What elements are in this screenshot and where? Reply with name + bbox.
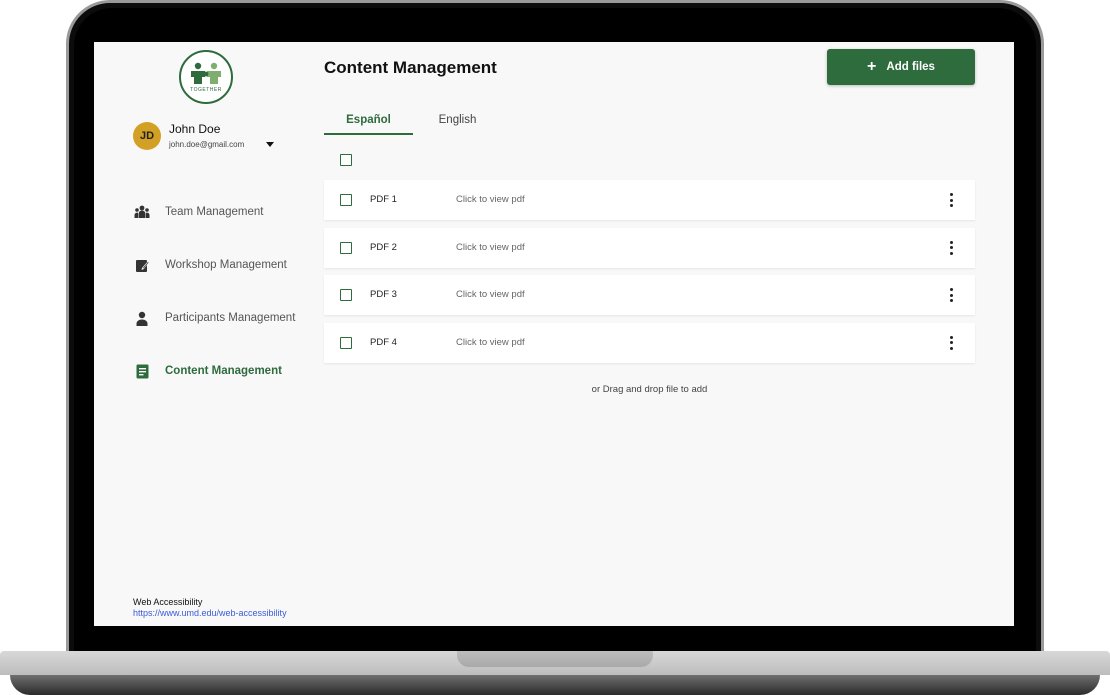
file-checkbox[interactable] bbox=[340, 336, 352, 349]
file-row: PDF 1 Click to view pdf bbox=[324, 180, 975, 220]
sidebar-item-workshop-management[interactable]: Workshop Management bbox=[134, 254, 287, 276]
page-title: Content Management bbox=[324, 58, 497, 77]
sidebar-item-team-management[interactable]: Team Management bbox=[134, 201, 263, 223]
accessibility-link[interactable]: https://www.umd.edu/web-accessibility bbox=[133, 608, 287, 618]
file-row: PDF 4 Click to view pdf bbox=[324, 322, 975, 363]
file-name: PDF 1 bbox=[370, 194, 397, 205]
add-files-label: Add files bbox=[886, 61, 935, 73]
file-name: PDF 2 bbox=[370, 241, 397, 253]
footer-title: Web Accessibility bbox=[133, 597, 203, 607]
avatar: JD bbox=[133, 122, 161, 150]
file-name: PDF 3 bbox=[370, 289, 397, 300]
file-name: PDF 4 bbox=[370, 336, 397, 348]
file-checkbox[interactable] bbox=[340, 194, 352, 206]
footer: Web Accessibility https://www.umd.edu/we… bbox=[133, 597, 287, 618]
more-options-icon[interactable] bbox=[944, 240, 958, 256]
select-all-checkbox[interactable] bbox=[340, 154, 352, 166]
user-profile[interactable]: JD John Doe john.doe@gmail.com bbox=[133, 122, 313, 152]
together-logo[interactable]: TOGETHER bbox=[179, 50, 233, 104]
view-pdf-link[interactable]: Click to view pdf bbox=[456, 289, 525, 300]
file-list: PDF 1 Click to view pdf PDF 2 Click to v… bbox=[324, 180, 975, 370]
file-row: PDF 2 Click to view pdf bbox=[324, 227, 975, 268]
document-icon bbox=[134, 363, 150, 379]
sidebar: TOGETHER JD John Doe john.doe@gmail.com … bbox=[94, 42, 314, 626]
team-icon bbox=[134, 204, 150, 220]
view-pdf-link[interactable]: Click to view pdf bbox=[456, 242, 525, 253]
user-email: john.doe@gmail.com bbox=[169, 140, 245, 149]
sidebar-item-participants-management[interactable]: Participants Management bbox=[134, 307, 295, 329]
logo-text: TOGETHER bbox=[190, 86, 222, 93]
sidebar-item-label: Content Management bbox=[165, 365, 282, 377]
caret-down-icon[interactable] bbox=[266, 142, 274, 147]
sidebar-item-content-management[interactable]: Content Management bbox=[134, 360, 282, 382]
more-options-icon[interactable] bbox=[944, 287, 958, 303]
sidebar-item-label: Participants Management bbox=[165, 312, 296, 324]
drag-drop-zone[interactable]: or Drag and drop file to add bbox=[324, 384, 975, 395]
file-row: PDF 3 Click to view pdf bbox=[324, 275, 975, 315]
person-icon bbox=[134, 310, 150, 326]
plus-icon: + bbox=[867, 58, 877, 75]
more-options-icon[interactable] bbox=[944, 192, 958, 208]
laptop-bottom bbox=[10, 675, 1100, 695]
puzzle-people-icon bbox=[191, 62, 221, 84]
language-tabs: Español English bbox=[324, 107, 502, 135]
file-checkbox[interactable] bbox=[340, 289, 352, 301]
app-screen: TOGETHER JD John Doe john.doe@gmail.com … bbox=[94, 42, 1014, 626]
tab-english[interactable]: English bbox=[413, 107, 502, 135]
more-options-icon[interactable] bbox=[944, 335, 958, 351]
workshop-icon bbox=[134, 257, 150, 273]
file-checkbox[interactable] bbox=[340, 241, 352, 254]
add-files-button[interactable]: + Add files bbox=[827, 49, 975, 85]
user-name: John Doe bbox=[169, 122, 221, 136]
sidebar-item-label: Workshop Management bbox=[165, 259, 287, 271]
view-pdf-link[interactable]: Click to view pdf bbox=[456, 194, 525, 205]
laptop-notch bbox=[457, 651, 653, 667]
view-pdf-link[interactable]: Click to view pdf bbox=[456, 337, 525, 348]
sidebar-item-label: Team Management bbox=[165, 206, 264, 218]
tab-espanol[interactable]: Español bbox=[324, 107, 413, 135]
